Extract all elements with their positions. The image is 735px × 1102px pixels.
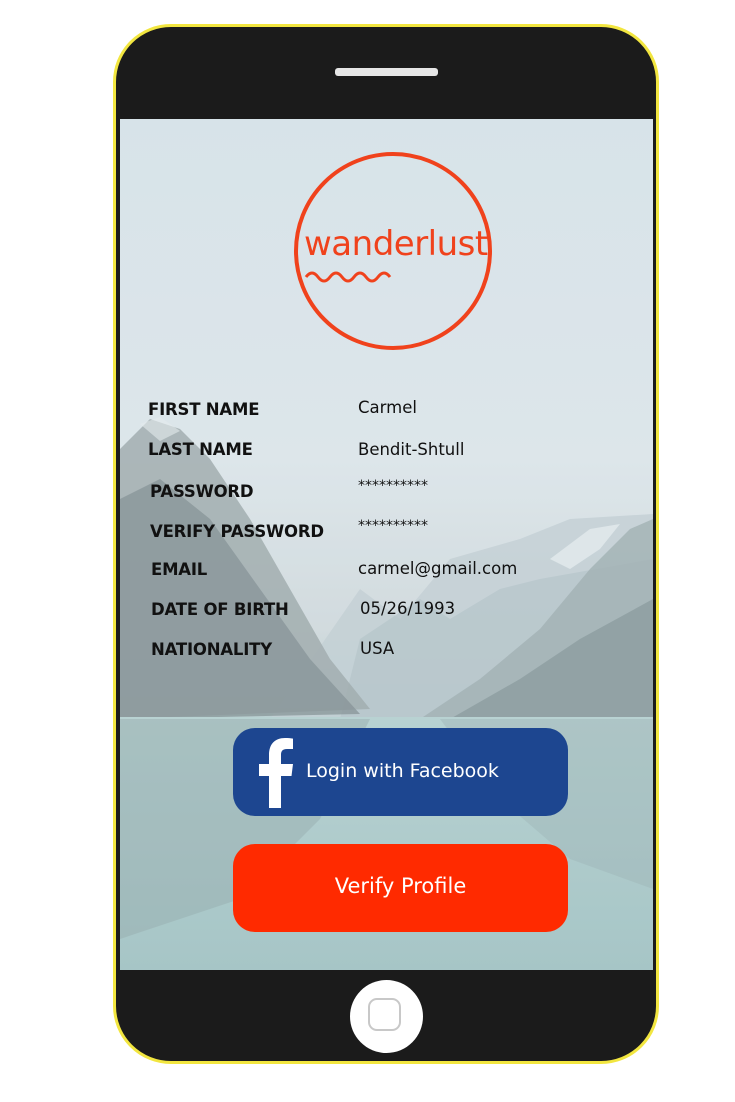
login-with-facebook-button[interactable]: Login with Facebook xyxy=(233,728,568,816)
nationality-value[interactable]: USA xyxy=(360,639,394,658)
verify-profile-label: Verify Profile xyxy=(334,874,467,898)
first-name-value[interactable]: Carmel xyxy=(358,398,417,417)
nationality-label: NATIONALITY xyxy=(151,640,272,659)
home-button[interactable] xyxy=(350,980,423,1053)
verify-password-label: VERIFY PASSWORD xyxy=(150,522,324,541)
password-label: PASSWORD xyxy=(150,482,254,501)
password-value[interactable]: ********** xyxy=(358,478,428,494)
home-square-icon xyxy=(368,998,401,1031)
verify-profile-button[interactable]: Verify Profile xyxy=(233,844,568,932)
facebook-button-label: Login with Facebook xyxy=(306,760,499,782)
last-name-value[interactable]: Bendit-Shtull xyxy=(358,440,464,459)
first-name-label: FIRST NAME xyxy=(148,400,260,419)
date-of-birth-label: DATE OF BIRTH xyxy=(151,600,289,619)
logo-text: wanderlust xyxy=(304,224,488,264)
facebook-f-icon xyxy=(259,738,293,808)
verify-password-value[interactable]: ********** xyxy=(358,518,428,534)
email-label: EMAIL xyxy=(151,560,208,579)
phone-speaker xyxy=(335,68,438,76)
date-of-birth-value[interactable]: 05/26/1993 xyxy=(360,599,455,618)
last-name-label: LAST NAME xyxy=(148,440,253,459)
email-value[interactable]: carmel@gmail.com xyxy=(358,559,517,578)
